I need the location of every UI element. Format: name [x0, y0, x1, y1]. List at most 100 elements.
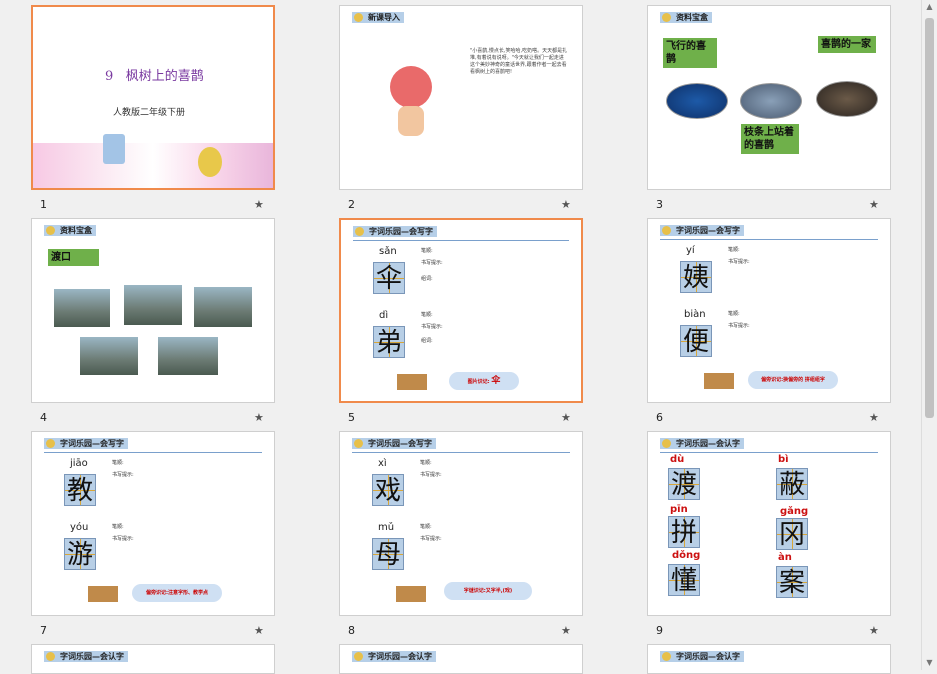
character-box: 伞: [373, 262, 405, 294]
slide-banner: 字词乐园—会认字: [660, 651, 744, 662]
character-box: 案: [776, 566, 808, 598]
star-icon[interactable]: ★: [869, 198, 879, 211]
mascot-body: [398, 106, 424, 136]
star-icon[interactable]: ★: [561, 198, 571, 211]
character-box: 蔽: [776, 468, 808, 500]
photo-ferry-2: [124, 285, 182, 325]
scrollbar-thumb[interactable]: [925, 18, 934, 418]
photo-magpie-nest: [816, 81, 878, 117]
detail-label: 书写提示:: [420, 536, 442, 542]
pinyin: sǎn: [379, 246, 397, 257]
detail-label: 书写提示:: [728, 259, 750, 265]
pinyin: xì: [378, 458, 387, 469]
star-icon[interactable]: ★: [254, 198, 264, 211]
slide-thumbnail-5[interactable]: 字词乐园—会写字 sǎn 伞 dì 弟 笔顺: 书写提示: 组词: 笔顺: 书写…: [339, 218, 583, 403]
pinyin: biàn: [684, 309, 706, 320]
star-icon[interactable]: ★: [561, 624, 571, 637]
pinyin: mǔ: [378, 522, 395, 533]
detail-label: 笔顺:: [728, 311, 740, 317]
intro-text: "小喜鹊,慢点长,笑哈哈,吃奶嗒。天天都是扎堆,有着说有说呀。"今天就让我们一起…: [470, 48, 568, 75]
pinyin: pīn: [670, 504, 688, 515]
star-icon[interactable]: ★: [869, 624, 879, 637]
banner-underline: [44, 452, 262, 453]
detail-label: 组词:: [421, 338, 433, 344]
detail-label: 笔顺:: [728, 247, 740, 253]
scroll-down-arrow-icon[interactable]: ▼: [922, 656, 937, 670]
slide-title: 9 枫树上的喜鹊: [105, 65, 204, 84]
scroll-up-arrow-icon[interactable]: ▲: [922, 0, 937, 14]
detail-label: 笔顺:: [420, 460, 432, 466]
character-box: 渡: [668, 468, 700, 500]
character-box: 弟: [373, 326, 405, 358]
banner-underline: [352, 452, 570, 453]
slide-thumbnail-2[interactable]: 新课导入 "小喜鹊,慢点长,笑哈哈,吃奶嗒。天天都是扎堆,有着说有说呀。"今天就…: [339, 5, 583, 190]
slide-banner: 资料宝盒: [44, 225, 96, 236]
slide-thumbnail-8[interactable]: 字词乐园—会写字 xì 戏 mǔ 母 笔顺: 书写提示: 笔顺: 书写提示: 字…: [339, 431, 583, 616]
pinyin: bì: [778, 454, 789, 465]
slide-thumbnail-3[interactable]: 资料宝盒 飞行的喜鹊 喜鹊的一家 枝条上站着的喜鹊: [647, 5, 891, 190]
slide-number-5: 5: [348, 411, 355, 424]
pinyin: dì: [379, 310, 389, 321]
slide-number-4: 4: [40, 411, 47, 424]
lesson-title: 枫树上的喜鹊: [125, 69, 204, 84]
slide-thumbnail-9[interactable]: 字词乐园—会认字 dù 渡 bì 蔽 pīn 拼 gǎng 冈 dǒng 懂 à…: [647, 431, 891, 616]
vertical-scrollbar[interactable]: ▲ ▼: [921, 0, 937, 670]
star-icon[interactable]: ★: [869, 411, 879, 424]
slide-number-6: 6: [656, 411, 663, 424]
detail-label: 笔顺:: [421, 248, 433, 254]
photo-ferry-5: [158, 337, 218, 375]
pinyin: gǎng: [780, 506, 809, 517]
slide-thumbnail-1[interactable]: 9 枫树上的喜鹊 人教版二年级下册: [31, 5, 275, 190]
slide-banner: 字词乐园—会认字: [352, 651, 436, 662]
character-box: 拼: [668, 516, 700, 548]
star-icon[interactable]: ★: [561, 411, 571, 424]
pinyin: yí: [686, 245, 695, 256]
lesson-number: 9: [105, 69, 114, 84]
detail-label: 书写提示:: [728, 323, 750, 329]
photo-magpie-branch: [740, 83, 802, 119]
slide-thumbnail-7[interactable]: 字词乐园—会写字 jiāo 教 yóu 游 笔顺: 书写提示: 笔顺: 书写提示…: [31, 431, 275, 616]
photo-ferry-1: [54, 289, 110, 327]
photo-flying-magpie: [666, 83, 728, 119]
detail-label: 笔顺:: [112, 524, 124, 530]
apple-mascot: [390, 66, 432, 108]
signpost: [396, 586, 426, 602]
star-icon[interactable]: ★: [254, 411, 264, 424]
slide-number-7: 7: [40, 624, 47, 637]
detail-label: 笔顺:: [112, 460, 124, 466]
detail-label: 笔顺:: [421, 312, 433, 318]
banner-underline: [660, 239, 878, 240]
slide-banner: 字词乐园—会认字: [660, 438, 744, 449]
character-box: 教: [64, 474, 96, 506]
banner-underline: [353, 240, 569, 241]
slide-thumbnail-6[interactable]: 字词乐园—会写字 yí 姨 biàn 便 笔顺: 书写提示: 笔顺: 书写提示:…: [647, 218, 891, 403]
photo-ferry-3: [194, 287, 252, 327]
pinyin: àn: [778, 552, 792, 563]
pinyin: jiāo: [70, 458, 88, 469]
label-magpie-family: 喜鹊的一家: [818, 36, 876, 53]
bean-mascot: [198, 147, 222, 177]
detail-label: 书写提示:: [112, 536, 134, 542]
signpost: [397, 374, 427, 390]
detail-label: 笔顺:: [420, 524, 432, 530]
character-box: 游: [64, 538, 96, 570]
note-cloud: 偏旁识记:换偏旁的 拼组组字: [748, 371, 838, 389]
slide-number-1: 1: [40, 198, 47, 211]
slide-number-2: 2: [348, 198, 355, 211]
detail-label: 书写提示:: [421, 260, 443, 266]
signpost: [704, 373, 734, 389]
label-ferry: 渡口: [48, 249, 99, 266]
flower-decoration: [33, 143, 273, 188]
slide-banner: 字词乐园—会写字: [660, 225, 744, 236]
detail-label: 书写提示:: [421, 324, 443, 330]
banner-underline: [660, 452, 878, 453]
character-box: 懂: [668, 564, 700, 596]
slide-thumbnail-4[interactable]: 资料宝盒 渡口: [31, 218, 275, 403]
signpost: [88, 586, 118, 602]
detail-label: 组词:: [421, 276, 433, 282]
star-icon[interactable]: ★: [254, 624, 264, 637]
label-magpie-on-branch: 枝条上站着的喜鹊: [741, 124, 799, 154]
slide-thumbnail-grid: 9 枫树上的喜鹊 人教版二年级下册 1 ★ 新课导入 "小喜鹊,慢点长,笑哈哈,…: [0, 0, 922, 674]
slide-banner: 资料宝盒: [660, 12, 712, 23]
note-cloud: 图片识记: 伞: [449, 372, 519, 390]
